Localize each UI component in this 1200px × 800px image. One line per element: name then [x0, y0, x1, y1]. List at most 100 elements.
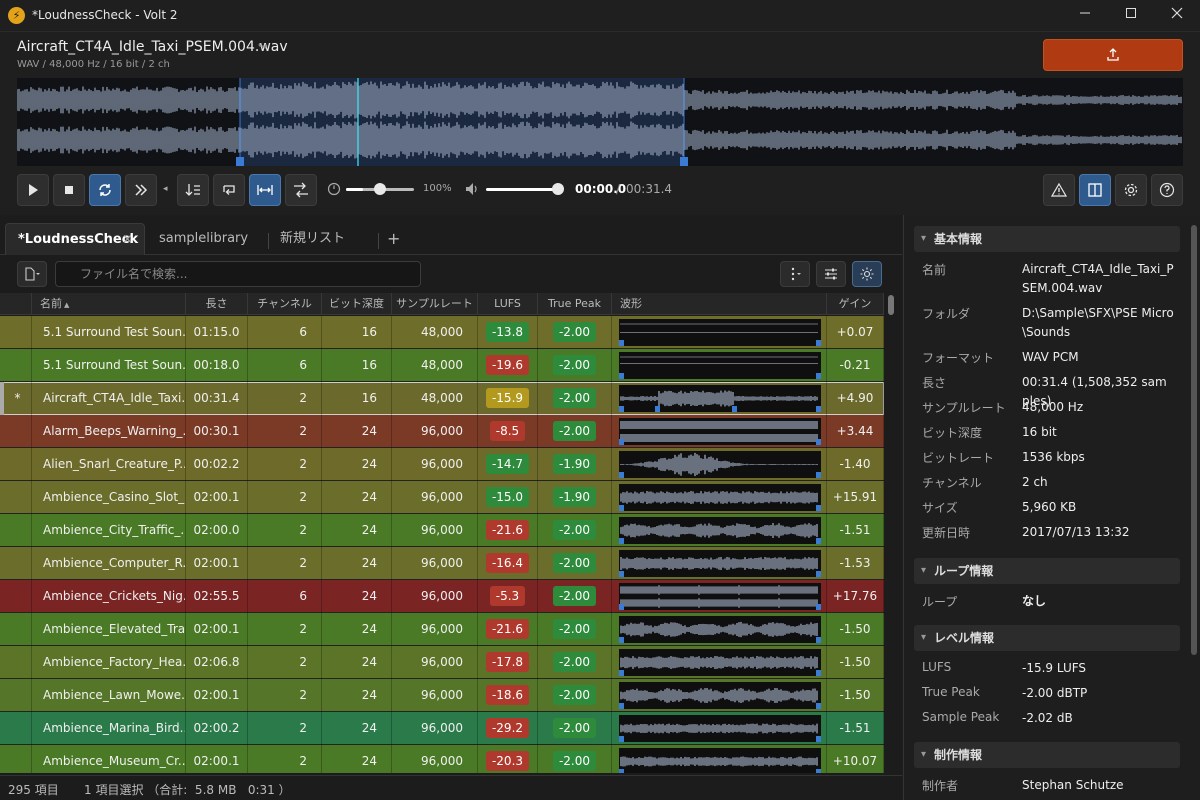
fit-width-button[interactable]	[249, 174, 281, 206]
thumbnail-start-marker	[619, 538, 624, 544]
table-row[interactable]: Alarm_Beeps_Warning_... 00:30.1 2 24 96,…	[0, 415, 884, 448]
swap-button[interactable]	[285, 174, 317, 206]
property-key: チャンネル	[922, 476, 982, 490]
scrollbar-thumb[interactable]	[888, 295, 894, 315]
stop-button[interactable]	[53, 174, 85, 206]
table-row[interactable]: Alien_Snarl_Creature_P... 00:02.2 2 24 9…	[0, 448, 884, 481]
kebab-dropdown-icon	[791, 267, 801, 281]
tab-loudnesscheck[interactable]: *LoudnessCheck ×	[5, 223, 145, 255]
row-peak-cell: -2.00	[538, 415, 612, 448]
row-lufs-cell: -18.6	[478, 679, 538, 712]
table-row[interactable]: Ambience_Computer_R... 02:00.1 2 24 96,0…	[0, 547, 884, 580]
property-value: 48,000 Hz	[1022, 400, 1084, 414]
table-row[interactable]: Ambience_Museum_Cr... 02:00.1 2 24 96,00…	[0, 745, 884, 773]
row-length: 02:00.1	[186, 745, 248, 773]
property-key: ループ	[922, 595, 958, 609]
column-header-sample-rate[interactable]: サンプルレート	[392, 293, 478, 315]
section-header-loop[interactable]: ループ情報	[914, 558, 1180, 584]
row-channels: 2	[248, 547, 322, 580]
waveform-overview[interactable]	[16, 78, 1183, 166]
selection-end-handle[interactable]	[680, 157, 688, 166]
row-bit-depth: 24	[322, 646, 392, 679]
minimize-button[interactable]	[1062, 0, 1108, 32]
vertical-scrollbar[interactable]	[886, 293, 896, 773]
table-row[interactable]: * Aircraft_CT4A_Idle_Taxi... 00:31.4 2 1…	[0, 382, 884, 415]
table-row[interactable]: Ambience_Marina_Bird... 02:00.2 2 24 96,…	[0, 712, 884, 745]
column-header-waveform[interactable]: 波形	[612, 293, 827, 315]
table-row[interactable]: 5.1 Surround Test Soun... 00:18.0 6 16 4…	[0, 349, 884, 382]
row-sample-rate: 96,000	[392, 745, 478, 773]
upload-icon	[1107, 48, 1119, 61]
section-header-production[interactable]: 制作情報	[914, 742, 1180, 768]
minimize-icon	[1080, 12, 1090, 14]
table-row[interactable]: Ambience_Crickets_Nig... 02:55.5 6 24 96…	[0, 580, 884, 613]
waveform-thumbnail-path	[620, 756, 818, 767]
column-header-channels[interactable]: チャンネル	[248, 293, 322, 315]
play-icon	[29, 184, 38, 196]
warning-icon	[1051, 182, 1067, 197]
settings-button[interactable]	[1115, 174, 1147, 206]
add-tab-button[interactable]: +	[387, 229, 400, 248]
panel-toggle-button[interactable]	[1079, 174, 1111, 206]
row-gain: -1.40	[827, 448, 884, 481]
filter-settings-button[interactable]	[816, 261, 846, 287]
row-file-name: Ambience_Marina_Bird...	[32, 712, 186, 745]
row-channels: 6	[248, 349, 322, 382]
row-gain: +15.91	[827, 481, 884, 514]
speed-slider-knob[interactable]	[374, 183, 386, 195]
warning-button[interactable]	[1043, 174, 1075, 206]
tab-close-icon[interactable]: ×	[122, 224, 133, 256]
theme-toggle-button[interactable]	[852, 261, 882, 287]
more-options-button[interactable]	[780, 261, 810, 287]
volume-slider[interactable]	[486, 188, 558, 191]
table-row[interactable]: Ambience_Lawn_Mowe... 02:00.1 2 24 96,00…	[0, 679, 884, 712]
column-header-gain[interactable]: ゲイン	[827, 293, 884, 315]
double-chevron-right-icon	[135, 184, 148, 196]
close-button[interactable]	[1154, 0, 1200, 32]
maximize-icon	[1126, 8, 1136, 18]
row-bit-depth: 24	[322, 415, 392, 448]
column-header-length[interactable]: 長さ	[186, 293, 248, 315]
section-header-level[interactable]: レベル情報	[914, 625, 1180, 651]
properties-scrollbar[interactable]	[1191, 225, 1197, 655]
help-button[interactable]	[1151, 174, 1183, 206]
row-file-name: Alien_Snarl_Creature_P...	[32, 448, 186, 481]
true-peak-badge: -2.00	[552, 421, 597, 441]
thumbnail-end-marker	[816, 505, 821, 511]
skip-forward-button[interactable]	[125, 174, 157, 206]
column-header-lufs[interactable]: LUFS	[478, 293, 538, 315]
column-header-true-peak[interactable]: True Peak	[538, 293, 612, 315]
true-peak-badge: -2.00	[552, 619, 597, 639]
table-row[interactable]: Ambience_City_Traffic_... 02:00.0 2 24 9…	[0, 514, 884, 547]
volume-slider-knob[interactable]	[552, 183, 564, 195]
table-row[interactable]: 5.1 Surround Test Soun... 01:15.0 6 16 4…	[0, 316, 884, 349]
search-input[interactable]	[55, 261, 421, 287]
tab-new-list[interactable]: 新規リスト	[268, 223, 378, 255]
maximize-button[interactable]	[1108, 0, 1154, 32]
waveform-canvas[interactable]	[16, 78, 1183, 166]
row-channels: 2	[248, 646, 322, 679]
property-value: 2 ch	[1022, 475, 1048, 489]
repeat-return-button[interactable]	[213, 174, 245, 206]
caret-left-icon[interactable]: ◂	[163, 184, 168, 194]
sort-ascending-icon: ▲	[64, 301, 70, 309]
column-header-bit-depth[interactable]: ビット深度	[322, 293, 392, 315]
thumbnail-end-marker	[816, 703, 821, 709]
play-button[interactable]	[17, 174, 49, 206]
tab-samplelibrary[interactable]: samplelibrary	[147, 223, 267, 255]
loop-toggle-button[interactable]	[89, 174, 121, 206]
column-header-name[interactable]: 名前 ▲	[32, 293, 186, 315]
export-button[interactable]	[1043, 39, 1183, 71]
table-row[interactable]: Ambience_Casino_Slot_... 02:00.1 2 24 96…	[0, 481, 884, 514]
waveform-thumbnail	[619, 583, 821, 610]
redo-arrow-icon[interactable]: ↪	[258, 39, 268, 53]
swap-icon	[294, 182, 308, 198]
new-file-button[interactable]	[17, 261, 47, 287]
section-header-basic[interactable]: 基本情報	[914, 226, 1180, 252]
sort-down-button[interactable]	[177, 174, 209, 206]
table-row[interactable]: Ambience_Factory_Hea... 02:06.8 2 24 96,…	[0, 646, 884, 679]
volume-icon[interactable]	[464, 181, 480, 200]
selection-start-handle[interactable]	[236, 157, 244, 166]
property-key: 制作者	[922, 779, 959, 793]
table-row[interactable]: Ambience_Elevated_Tra... 02:00.1 2 24 96…	[0, 613, 884, 646]
